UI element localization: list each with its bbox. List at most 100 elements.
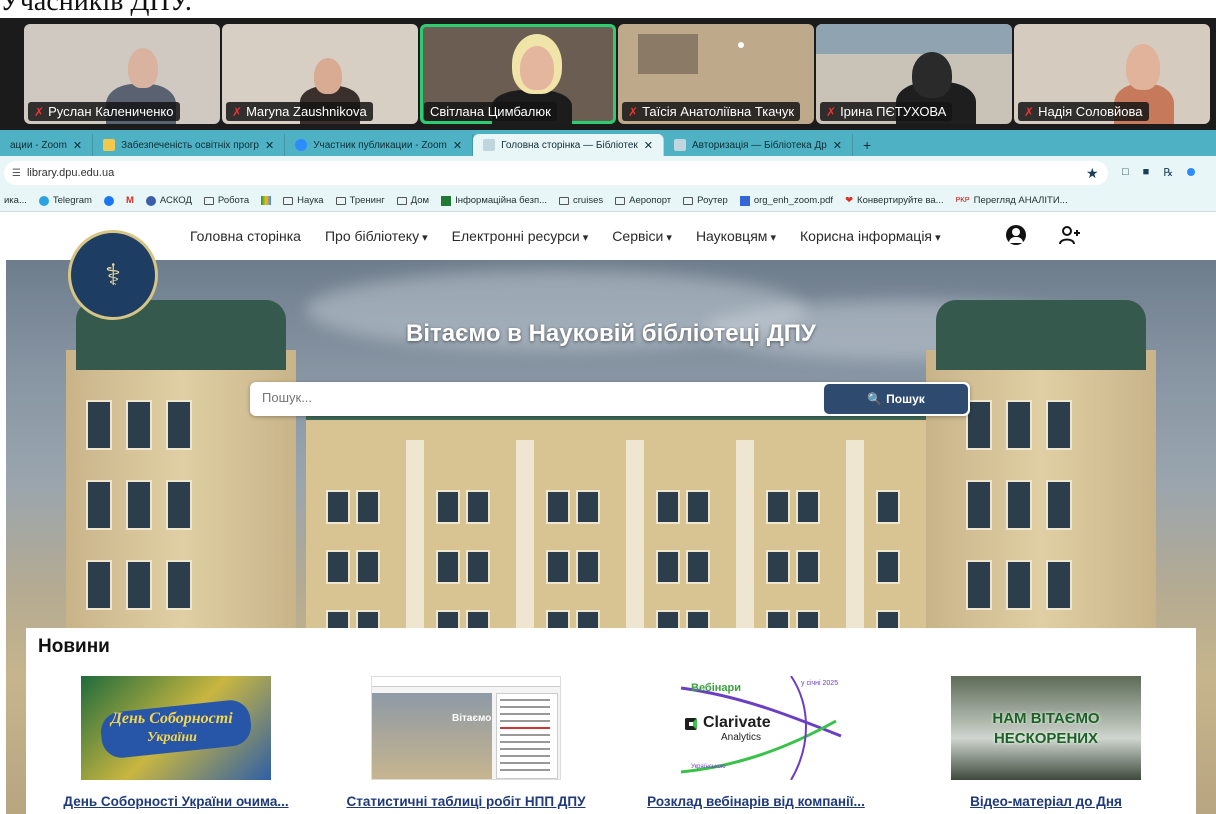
building-window — [1006, 560, 1032, 610]
nav-useful-info[interactable]: Корисна інформація — [800, 228, 941, 244]
news-thumbnail[interactable]: Вебінари у січні 2025 Clarivate Analytic… — [661, 676, 851, 780]
close-tab-icon[interactable]: ✕ — [453, 139, 462, 152]
browser-tab[interactable]: Участник публикации - Zoom ✕ — [285, 134, 474, 156]
bookmark-item[interactable]: org_enh_zoom.pdf — [739, 195, 833, 206]
building-window — [1006, 480, 1032, 530]
participant-label: ✗ Надія Соловйова — [1018, 102, 1149, 121]
news-card[interactable]: НАМ ВІТАЄМО НЕСКОРЕНИХ Відео-матеріал до… — [896, 676, 1196, 809]
nav-about[interactable]: Про бібліотеку — [325, 228, 428, 244]
building-window — [86, 400, 112, 450]
extension-icon[interactable]: ℞ — [1163, 166, 1173, 179]
news-thumbnail[interactable]: НАМ ВІТАЄМО НЕСКОРЕНИХ — [951, 676, 1141, 780]
close-tab-icon[interactable]: ✕ — [644, 139, 653, 152]
news-thumbnail[interactable]: День Соборності України — [81, 676, 271, 780]
bookmark-star-icon[interactable]: ★ — [1086, 165, 1099, 182]
document-caption: Учасників ДПУ. — [0, 0, 192, 17]
building-window — [876, 550, 900, 584]
url-field[interactable]: ☰ library.dpu.edu.ua — [4, 161, 1108, 185]
bookmark-folder[interactable]: Дом — [396, 195, 429, 206]
search-bar: 🔍 Пошук — [250, 382, 970, 416]
close-tab-icon[interactable]: ✕ — [73, 139, 82, 152]
zoom-favicon-icon — [295, 139, 308, 151]
folder-icon — [396, 196, 407, 205]
building-window — [166, 560, 192, 610]
news-thumbnail[interactable]: Вітаємо — [371, 676, 561, 780]
building-window — [166, 480, 192, 530]
building-window — [166, 400, 192, 450]
folder-icon — [335, 196, 346, 205]
news-title-link[interactable]: Статистичні таблиці робіт НПП ДПУ — [316, 794, 616, 809]
building-window — [1046, 560, 1072, 610]
browser-tab[interactable]: Забезпеченість освітніх прогр ✕ — [93, 134, 286, 156]
bookmark-folder[interactable]: Аеропорт — [615, 195, 671, 206]
site-info-icon[interactable]: ☰ — [12, 168, 21, 179]
participant-label: ✗ Руслан Калениченко — [28, 102, 180, 121]
close-tab-icon[interactable]: ✕ — [833, 139, 842, 152]
close-tab-icon[interactable]: ✕ — [265, 139, 274, 152]
library-logo[interactable]: ⚕ — [68, 230, 158, 320]
add-user-icon[interactable] — [1058, 224, 1082, 246]
address-bar-row: ☰ library.dpu.edu.ua ★ □ ■ ℞ — [0, 156, 1216, 190]
bookmark-item[interactable]: ика... — [4, 195, 27, 206]
building-window — [326, 490, 350, 524]
browser-tab[interactable]: Авторизація — Бібліотека Др ✕ — [664, 134, 853, 156]
search-button[interactable]: 🔍 Пошук — [824, 384, 968, 414]
bookmark-item[interactable]: Telegram — [38, 195, 92, 206]
bookmark-item[interactable]: Інформаційна безп... — [441, 195, 547, 206]
participant-tile[interactable]: ✗ Таїсія Анатоліївна Ткачук — [618, 24, 814, 124]
bookmark-item[interactable] — [261, 196, 272, 205]
drive-icon — [261, 196, 272, 205]
nav-eresources[interactable]: Електронні ресурси — [452, 228, 589, 244]
participant-label: Світлана Цимбалюк — [424, 102, 557, 121]
building-window — [876, 490, 900, 524]
participant-tile[interactable]: ✗ Maryna Zaushnikova — [222, 24, 418, 124]
profile-dot-icon[interactable] — [1187, 168, 1196, 176]
bookmark-item[interactable]: ❤ Конвертируйте ва... — [845, 195, 944, 206]
search-input[interactable] — [262, 390, 802, 405]
extension-icon[interactable]: ■ — [1143, 166, 1150, 179]
news-title-link[interactable]: Відео-матеріал до Дня — [896, 794, 1196, 809]
bookmark-folder[interactable]: Наука — [283, 195, 324, 206]
bookmark-item[interactable]: M — [126, 195, 134, 206]
telegram-icon — [38, 195, 49, 206]
building-window — [656, 490, 680, 524]
main-nav: Головна сторінка Про бібліотеку Електрон… — [190, 228, 941, 244]
nav-services[interactable]: Сервіси — [612, 228, 672, 244]
facebook-icon — [103, 195, 114, 206]
browser-tab-active[interactable]: Головна сторінка — Бібліотек ✕ — [473, 134, 665, 156]
nav-researchers[interactable]: Науковцям — [696, 228, 776, 244]
bookmark-folder[interactable]: Робота — [203, 195, 249, 206]
building-window — [1006, 400, 1032, 450]
bookmark-item[interactable] — [103, 195, 114, 206]
participant-tile-active[interactable]: Світлана Цимбалюк — [420, 24, 616, 124]
bookmark-item[interactable]: АСКОД — [145, 195, 192, 206]
bookmark-folder[interactable]: Тренинг — [335, 195, 385, 206]
bookmark-item[interactable]: PKP Перегляд АНАЛІТИ... — [956, 195, 1068, 206]
news-card[interactable]: Вітаємо Статистичні таблиці робіт НПП ДП… — [316, 676, 616, 809]
folder-icon — [683, 196, 694, 205]
new-tab-button[interactable]: + — [853, 134, 881, 156]
participant-tile[interactable]: ✗ Руслан Калениченко — [24, 24, 220, 124]
bookmark-folder[interactable]: cruises — [559, 195, 603, 206]
library-favicon-icon — [483, 139, 496, 151]
news-card[interactable]: Вебінари у січні 2025 Clarivate Analytic… — [606, 676, 906, 809]
building-window — [766, 550, 790, 584]
bookmark-folder[interactable]: Роутер — [683, 195, 728, 206]
extension-icon[interactable]: □ — [1122, 166, 1129, 179]
news-card[interactable]: День Соборності України День Соборності … — [26, 676, 326, 809]
nav-home[interactable]: Головна сторінка — [190, 228, 301, 244]
building-window — [966, 480, 992, 530]
browser-tab[interactable]: ации - Zoom ✕ — [0, 134, 94, 156]
building-window — [126, 400, 152, 450]
clarivate-logo-icon — [685, 718, 697, 730]
participant-tile[interactable]: ✗ Ірина ПЄТУХОВА — [816, 24, 1012, 124]
participant-label: ✗ Таїсія Анатоліївна Ткачук — [622, 102, 801, 121]
analytics-icon: PKP — [955, 197, 970, 204]
participant-label: ✗ Ірина ПЄТУХОВА — [820, 102, 953, 121]
building-window — [436, 550, 460, 584]
browser-tab-bar: ации - Zoom ✕ Забезпеченість освітніх про… — [0, 130, 1216, 156]
participant-tile[interactable]: ✗ Надія Соловйова — [1014, 24, 1210, 124]
news-title-link[interactable]: День Соборності України очима... — [26, 794, 326, 809]
account-icon[interactable] — [1006, 225, 1026, 245]
news-title-link[interactable]: Розклад вебінарів від компанії... — [606, 794, 906, 809]
